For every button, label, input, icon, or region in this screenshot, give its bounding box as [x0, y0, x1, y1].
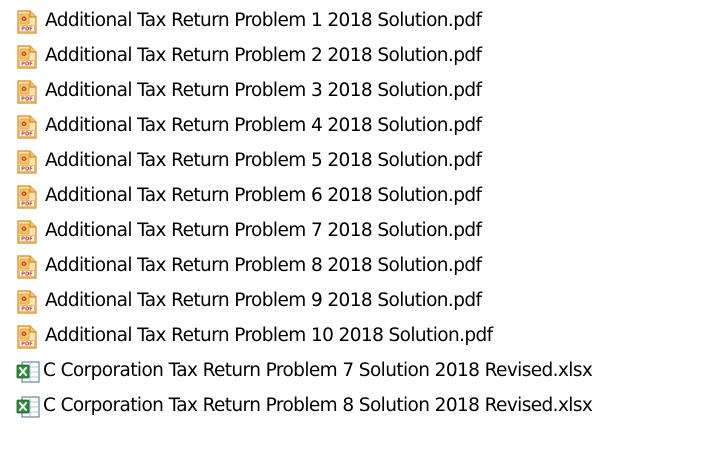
file-name: Additional Tax Return Problem 10 2018 So… [45, 325, 493, 347]
excel-file-icon [16, 361, 40, 382]
file-name: Additional Tax Return Problem 7 2018 Sol… [45, 220, 482, 242]
excel-file-item[interactable]: C Corporation Tax Return Problem 7 Solut… [16, 354, 593, 389]
pdf-file-item[interactable]: PDF Additional Tax Return Problem 10 201… [16, 319, 592, 354]
pdf-file-icon: PDF [17, 324, 37, 349]
pdf-file-item[interactable]: PDF Additional Tax Return Problem 5 2018… [16, 144, 592, 179]
file-name: Additional Tax Return Problem 5 2018 Sol… [45, 150, 482, 172]
svg-text:PDF: PDF [21, 26, 33, 32]
svg-text:PDF: PDF [21, 306, 33, 312]
svg-text:PDF: PDF [21, 341, 33, 347]
pdf-file-icon: PDF [17, 289, 37, 314]
pdf-file-item[interactable]: PDF Additional Tax Return Problem 8 2018… [16, 249, 592, 284]
file-name: Additional Tax Return Problem 2 2018 Sol… [45, 45, 482, 67]
excel-file-item[interactable]: C Corporation Tax Return Problem 8 Solut… [16, 389, 593, 424]
pdf-file-icon: PDF [17, 114, 37, 139]
pdf-file-item[interactable]: PDF Additional Tax Return Problem 1 2018… [16, 4, 592, 39]
pdf-file-item[interactable]: PDF Additional Tax Return Problem 9 2018… [16, 284, 592, 319]
file-name: Additional Tax Return Problem 9 2018 Sol… [45, 290, 482, 312]
pdf-file-icon: PDF [17, 184, 37, 209]
svg-text:PDF: PDF [21, 236, 33, 242]
file-name: C Corporation Tax Return Problem 7 Solut… [43, 360, 593, 382]
svg-text:PDF: PDF [21, 201, 33, 207]
pdf-file-item[interactable]: PDF Additional Tax Return Problem 6 2018… [16, 179, 592, 214]
pdf-file-icon: PDF [17, 44, 37, 69]
pdf-file-icon: PDF [17, 254, 37, 279]
file-name: Additional Tax Return Problem 6 2018 Sol… [45, 185, 482, 207]
svg-text:PDF: PDF [21, 131, 33, 137]
pdf-file-item[interactable]: PDF Additional Tax Return Problem 3 2018… [16, 74, 592, 109]
pdf-file-icon: PDF [17, 149, 37, 174]
svg-text:PDF: PDF [21, 61, 33, 67]
pdf-file-item[interactable]: PDF Additional Tax Return Problem 7 2018… [16, 214, 592, 249]
file-name: Additional Tax Return Problem 3 2018 Sol… [45, 80, 482, 102]
file-name: Additional Tax Return Problem 1 2018 Sol… [45, 10, 482, 32]
pdf-file-item[interactable]: PDF Additional Tax Return Problem 2 2018… [16, 39, 592, 74]
svg-text:PDF: PDF [21, 271, 33, 277]
pdf-file-icon: PDF [17, 9, 37, 34]
svg-text:PDF: PDF [21, 166, 33, 172]
pdf-file-icon: PDF [17, 79, 37, 104]
file-name: Additional Tax Return Problem 4 2018 Sol… [45, 115, 482, 137]
excel-file-icon [16, 396, 40, 417]
file-name: Additional Tax Return Problem 8 2018 Sol… [45, 255, 482, 277]
pdf-file-item[interactable]: PDF Additional Tax Return Problem 4 2018… [16, 109, 592, 144]
pdf-file-icon: PDF [17, 219, 37, 244]
file-list: PDF Additional Tax Return Problem 1 2018… [16, 4, 593, 424]
svg-text:PDF: PDF [21, 96, 33, 102]
file-name: C Corporation Tax Return Problem 8 Solut… [43, 395, 593, 417]
